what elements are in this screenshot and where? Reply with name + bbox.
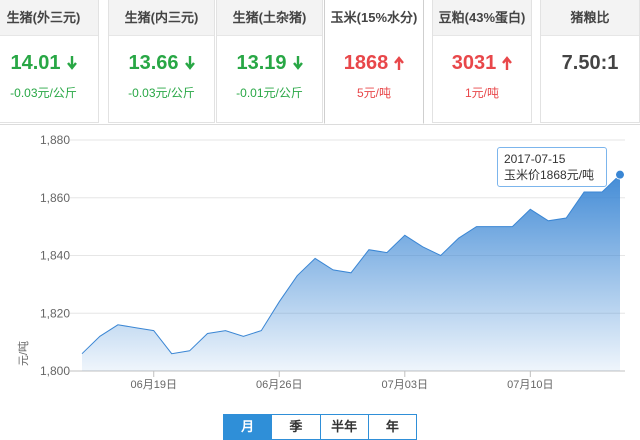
data-point[interactable] bbox=[492, 225, 496, 229]
card-change: 1元/吨 bbox=[464, 86, 499, 100]
data-point[interactable] bbox=[98, 334, 102, 338]
data-point[interactable] bbox=[421, 245, 425, 249]
data-point[interactable] bbox=[188, 349, 192, 353]
card-pig-inner[interactable]: 生猪(内三元) 13.66 -0.03元/公斤 bbox=[108, 0, 215, 123]
data-point[interactable] bbox=[582, 190, 586, 194]
x-tick-label: 07月10日 bbox=[507, 379, 553, 391]
arrow-down-icon bbox=[184, 56, 195, 70]
data-point[interactable] bbox=[134, 326, 138, 330]
data-point[interactable] bbox=[349, 271, 353, 275]
data-point[interactable] bbox=[116, 323, 120, 327]
data-point[interactable] bbox=[152, 329, 156, 333]
data-point[interactable] bbox=[241, 334, 245, 338]
arrow-down-icon bbox=[292, 56, 303, 70]
data-point[interactable] bbox=[546, 219, 550, 223]
data-point[interactable] bbox=[385, 251, 389, 255]
data-point[interactable] bbox=[259, 329, 263, 333]
data-point[interactable] bbox=[277, 300, 281, 304]
y-tick-label: 1,860 bbox=[40, 191, 70, 205]
range-button-month[interactable]: 月 bbox=[224, 415, 272, 439]
card-change: -0.03元/公斤 bbox=[128, 86, 195, 100]
chart-tooltip: 2017-07-15 玉米价1868元/吨 bbox=[497, 147, 607, 187]
tooltip-value: 玉米价1868元/吨 bbox=[504, 168, 595, 182]
price-cards: 生猪(外三元) 14.01 -0.03元/公斤 生猪(内三元) 13.66 -0… bbox=[0, 0, 640, 125]
card-price: 3031 bbox=[433, 52, 531, 75]
card-title: 生猪(外三元) bbox=[0, 0, 98, 36]
range-button-quarter[interactable]: 季 bbox=[271, 415, 320, 439]
data-point[interactable] bbox=[403, 233, 407, 237]
card-price: 1868 bbox=[325, 52, 423, 75]
arrow-up-icon bbox=[502, 56, 513, 70]
card-price: 14.01 bbox=[0, 52, 98, 75]
tooltip-date: 2017-07-15 bbox=[504, 152, 566, 166]
card-pig-outer[interactable]: 生猪(外三元) 14.01 -0.03元/公斤 bbox=[0, 0, 99, 123]
card-price: 7.50:1 bbox=[561, 52, 619, 74]
y-axis-label: 元/吨 bbox=[17, 341, 30, 366]
x-tick-label: 06月26日 bbox=[256, 379, 302, 391]
data-point[interactable] bbox=[313, 256, 317, 260]
range-selector: 月 季 半年 年 bbox=[223, 414, 417, 440]
data-point[interactable] bbox=[223, 329, 227, 333]
arrow-down-icon bbox=[66, 56, 77, 70]
data-point[interactable] bbox=[528, 207, 532, 211]
arrow-up-icon bbox=[394, 56, 405, 70]
card-price: 13.66 bbox=[109, 52, 214, 75]
card-title: 玉米(15%水分) bbox=[325, 0, 423, 36]
data-point[interactable] bbox=[564, 216, 568, 220]
range-button-year[interactable]: 年 bbox=[367, 415, 416, 439]
card-title: 豆粕(43%蛋白) bbox=[433, 0, 531, 36]
data-point[interactable] bbox=[439, 254, 443, 258]
card-pig-grain-ratio[interactable]: 猪粮比 7.50:1 bbox=[540, 0, 640, 123]
card-title: 猪粮比 bbox=[541, 0, 639, 36]
range-button-halfyear[interactable]: 半年 bbox=[319, 415, 368, 439]
data-point[interactable] bbox=[80, 352, 84, 356]
data-point[interactable] bbox=[475, 225, 479, 229]
data-point[interactable] bbox=[331, 268, 335, 272]
card-price: 13.19 bbox=[217, 52, 322, 75]
data-point[interactable] bbox=[457, 236, 461, 240]
card-title: 生猪(内三元) bbox=[109, 0, 214, 36]
y-tick-label: 1,820 bbox=[40, 306, 70, 320]
card-change: -0.03元/公斤 bbox=[10, 86, 77, 100]
card-title: 生猪(土杂猪) bbox=[217, 0, 322, 36]
card-soymeal[interactable]: 豆粕(43%蛋白) 3031 1元/吨 bbox=[432, 0, 532, 123]
x-tick-label: 06月19日 bbox=[130, 379, 176, 391]
data-point[interactable] bbox=[510, 225, 514, 229]
data-point[interactable] bbox=[295, 274, 299, 278]
data-point[interactable] bbox=[600, 190, 604, 194]
y-tick-label: 1,800 bbox=[40, 364, 70, 378]
data-point[interactable] bbox=[170, 352, 174, 356]
x-tick-label: 07月03日 bbox=[382, 379, 428, 391]
card-change: -0.01元/公斤 bbox=[236, 86, 303, 100]
data-point[interactable] bbox=[367, 248, 371, 252]
data-point[interactable] bbox=[206, 331, 210, 335]
card-change: 5元/吨 bbox=[356, 86, 391, 100]
card-pig-local[interactable]: 生猪(土杂猪) 13.19 -0.01元/公斤 bbox=[216, 0, 323, 123]
y-tick-label: 1,840 bbox=[40, 249, 70, 263]
card-corn[interactable]: 玉米(15%水分) 1868 5元/吨 bbox=[324, 0, 424, 124]
y-tick-label: 1,880 bbox=[40, 133, 70, 147]
highlighted-data-point[interactable] bbox=[615, 169, 625, 180]
